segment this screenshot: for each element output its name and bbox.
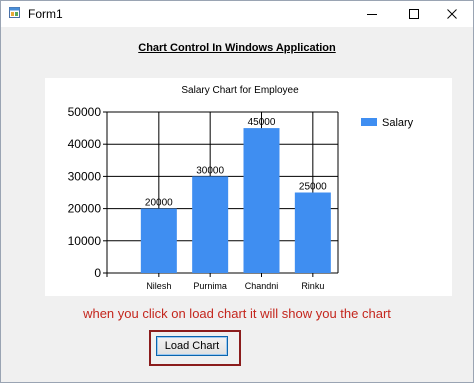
x-tick-label: Purnima bbox=[193, 281, 227, 291]
x-tick-label: Chandni bbox=[245, 281, 279, 291]
data-label: 25000 bbox=[299, 182, 327, 193]
y-tick-label: 30000 bbox=[68, 169, 102, 183]
y-tick-label: 40000 bbox=[68, 137, 102, 151]
info-text: when you click on load chart it will sho… bbox=[83, 306, 391, 321]
chart-title: Salary Chart for Employee bbox=[181, 85, 299, 96]
close-icon bbox=[447, 9, 457, 19]
y-tick-label: 20000 bbox=[68, 202, 102, 216]
bar-chandni bbox=[243, 128, 280, 273]
bar-rinku bbox=[294, 192, 331, 273]
maximize-button[interactable] bbox=[393, 1, 435, 27]
data-label: 20000 bbox=[145, 198, 173, 209]
bar-nilesh bbox=[140, 208, 177, 273]
legend-label: Salary bbox=[382, 117, 414, 129]
close-button[interactable] bbox=[431, 1, 473, 27]
minimize-button[interactable] bbox=[351, 1, 393, 27]
x-tick-label: Nilesh bbox=[146, 281, 171, 291]
form-window: Form1 Chart Control In Windows Applicati… bbox=[0, 0, 474, 383]
legend-swatch bbox=[361, 118, 377, 126]
chart-control: Salary Chart for Employee 0 10000 20000 3000… bbox=[45, 78, 452, 296]
minimize-icon bbox=[367, 14, 377, 15]
title-bar[interactable]: Form1 bbox=[1, 1, 473, 27]
maximize-icon bbox=[409, 9, 419, 19]
salary-chart: Salary Chart for Employee 0 10000 20000 3000… bbox=[68, 85, 414, 291]
load-chart-button[interactable]: Load Chart bbox=[156, 336, 228, 356]
y-tick-label: 10000 bbox=[68, 234, 102, 248]
bar-purnima bbox=[192, 176, 229, 273]
y-tick-label: 0 bbox=[94, 266, 101, 280]
data-label: 45000 bbox=[248, 117, 276, 128]
form-client-area: Chart Control In Windows Application Sal… bbox=[1, 27, 473, 382]
x-tick-label: Rinku bbox=[301, 281, 324, 291]
page-title: Chart Control In Windows Application bbox=[138, 42, 336, 54]
winforms-app-icon bbox=[9, 7, 20, 18]
y-tick-label: 50000 bbox=[68, 105, 102, 119]
data-label: 30000 bbox=[196, 165, 224, 176]
window-title: Form1 bbox=[28, 7, 63, 21]
